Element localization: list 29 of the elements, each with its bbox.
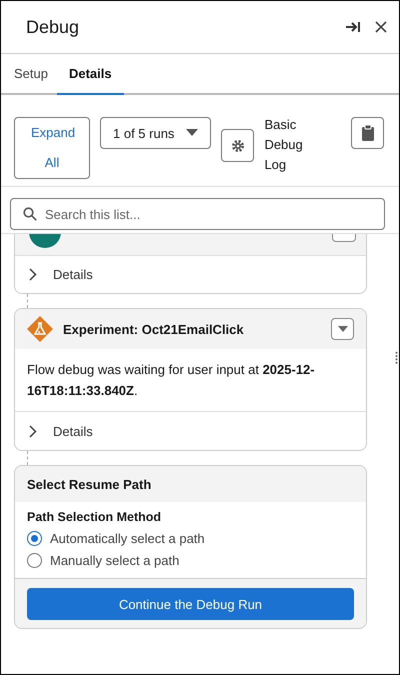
chevron-icon: [29, 424, 37, 438]
step-title: Experiment: Oct21EmailClick: [63, 322, 245, 336]
dock-icon[interactable]: [345, 20, 361, 34]
tab[interactable]: Details: [56, 54, 124, 95]
panel-title: Debug: [26, 16, 80, 38]
group-label: Path Selection Method: [27, 510, 162, 524]
log-label: Basic Debug Log: [264, 116, 304, 174]
clipboard-button[interactable]: [351, 117, 384, 149]
tab[interactable]: Setup: [5, 54, 57, 95]
gear-icon: [230, 138, 245, 152]
close-icon[interactable]: [375, 21, 387, 33]
radio-option[interactable]: Automatically select a path: [27, 529, 354, 548]
flask-icon: [27, 316, 53, 342]
resize-grip-icon[interactable]: [395, 351, 398, 365]
clipboard-icon: [362, 125, 374, 141]
runs-select[interactable]: 1 of 5 runs: [100, 117, 212, 149]
caret-icon: [338, 326, 348, 332]
details-toggle[interactable]: Details: [15, 255, 366, 293]
resume-title: Select Resume Path: [27, 476, 152, 492]
expand-all-button[interactable]: Expand All: [14, 117, 90, 179]
radio-option[interactable]: Manually select a path: [27, 551, 354, 570]
caret-icon: [186, 129, 198, 137]
chevron-icon: [29, 268, 37, 281]
menu-button[interactable]: [331, 318, 354, 340]
continue-button[interactable]: Continue the Debug Run: [27, 588, 354, 620]
settings-button[interactable]: [221, 129, 254, 162]
search-icon: [23, 207, 37, 221]
step-message: Flow debug was waiting for user input at 2025-12-16T18:11:33.840Z.: [27, 362, 315, 398]
search-field[interactable]: Search this list...: [10, 198, 385, 230]
